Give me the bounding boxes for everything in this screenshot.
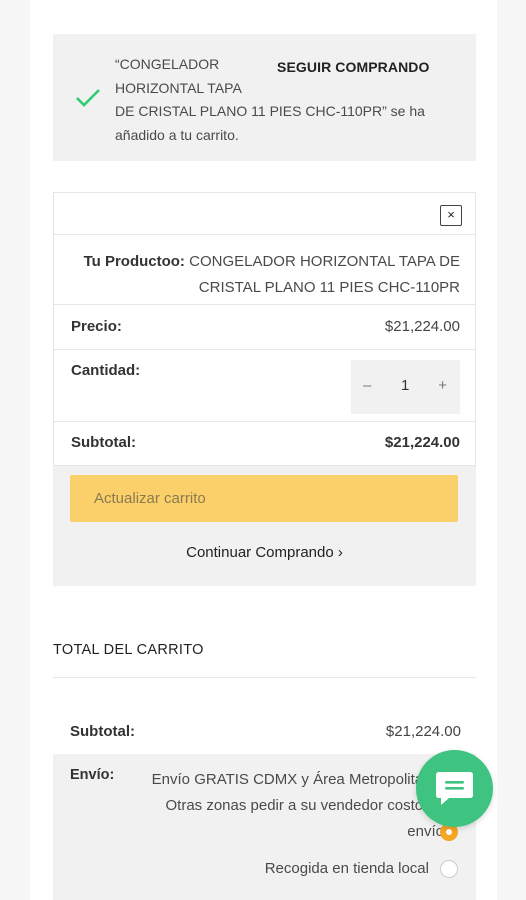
remove-item-button[interactable]: × — [440, 205, 462, 226]
subtotal-label: Subtotal: — [71, 434, 136, 451]
shipping-label: Envío: — [70, 767, 115, 783]
check-icon — [76, 89, 100, 107]
totals-subtotal-value: $21,224.00 — [385, 723, 461, 740]
quantity-label: Cantidad: — [71, 362, 141, 379]
quantity-stepper: – 1 + — [351, 360, 460, 414]
divider — [53, 677, 476, 678]
continue-shopping-link[interactable]: Continuar Comprando › — [53, 544, 476, 561]
cart-row-remove: × — [54, 193, 475, 235]
product-label: Tu Productoo: — [83, 253, 185, 270]
totals-subtotal-row: Subtotal: $21,224.00 — [53, 706, 476, 754]
price-value: $21,224.00 — [384, 318, 460, 335]
cart-table: × Tu Productoo: CONGELADOR HORIZONTAL TA… — [53, 192, 476, 466]
shipping-option-free: Envío GRATIS CDMX y Área Metropolitana, … — [151, 771, 444, 840]
cart-row-subtotal: Subtotal: $21,224.00 — [54, 422, 475, 466]
cart-row-product: Tu Productoo: CONGELADOR HORIZONTAL TAPA… — [54, 235, 475, 305]
keep-shopping-button[interactable]: SEGUIR COMPRANDO — [277, 59, 430, 75]
quantity-increase-button[interactable]: + — [438, 377, 447, 394]
chat-button[interactable] — [416, 750, 493, 827]
price-label: Precio: — [71, 318, 122, 335]
quantity-input[interactable]: 1 — [401, 377, 409, 394]
subtotal-value: $21,224.00 — [384, 434, 460, 451]
shipping-row: Envío: Envío GRATIS CDMX y Área Metropol… — [53, 754, 476, 900]
product-name: Tu Productoo: CONGELADOR HORIZONTAL TAPA… — [71, 249, 460, 301]
cart-box: × Tu Productoo: CONGELADOR HORIZONTAL TA… — [53, 192, 476, 586]
cart-row-quantity: Cantidad: – 1 + — [54, 350, 475, 422]
totals-subtotal-label: Subtotal: — [70, 723, 135, 740]
added-to-cart-notice: “CONGELADOR HORIZONTAL TAPA DE CRISTAL P… — [53, 34, 476, 161]
shipping-option-pickup: Recogida en tienda local — [264, 860, 429, 877]
chat-bubble-icon — [436, 772, 473, 805]
update-cart-button[interactable]: Actualizar carrito — [70, 475, 458, 522]
cart-totals-title: TOTAL DEL CARRITO — [53, 642, 204, 658]
quantity-decrease-button[interactable]: – — [363, 377, 371, 394]
cart-row-price: Precio: $21,224.00 — [54, 305, 475, 350]
product-name-value[interactable]: CONGELADOR HORIZONTAL TAPA DE CRISTAL PL… — [189, 253, 460, 296]
shipping-option-pickup-radio[interactable] — [440, 860, 458, 878]
